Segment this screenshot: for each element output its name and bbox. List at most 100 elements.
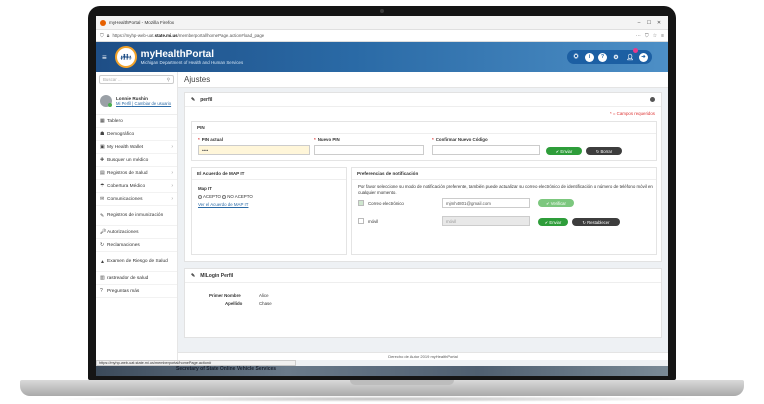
shield-icon: ⛉	[100, 32, 104, 39]
info-icon[interactable]: i	[585, 52, 594, 62]
sidebar-item-label: Preguntas más	[107, 288, 140, 294]
view-agreement-link[interactable]: Ver el Acuerdo de MAP IT	[198, 202, 248, 207]
notification-send-button[interactable]: ✔ Enviar	[538, 218, 568, 226]
laptop-screen: myHealthPortal - Mozilla Firefox – ☐ ✕ ⛉…	[96, 16, 668, 376]
settings-icon[interactable]: ⚙	[611, 53, 621, 62]
pocket-icon[interactable]: ⛉	[645, 33, 649, 39]
sidebar-item[interactable]: ▣ My Health Wallet ›	[96, 141, 177, 154]
collapse-icon[interactable]	[650, 97, 655, 102]
url-bar[interactable]: ⛉ 🔒︎ https://myhp-web-uat.state.mi.us/me…	[96, 30, 668, 42]
sidebar-item[interactable]: ✉ Comunicaciones ›	[96, 193, 177, 206]
profile-section-title: perfil	[200, 96, 213, 103]
url-domain: state.mi.us	[154, 33, 178, 38]
laptop-frame: myHealthPortal - Mozilla Firefox – ☐ ✕ ⛉…	[0, 0, 764, 404]
sidebar-item[interactable]: ☗ Demográfico	[96, 128, 177, 141]
search-input[interactable]: Buscar ... ⚲	[99, 75, 174, 84]
menu-icon[interactable]: ≡	[661, 33, 664, 39]
sidebar-item[interactable]: 🔑︎ Autorizaciones	[96, 226, 177, 239]
nav-icon: ▤	[100, 170, 105, 176]
sidebar-item-label: Comunicaciones	[107, 196, 143, 202]
sidebar-item-label: My Health Wallet	[107, 144, 144, 150]
brand: myHealthPortal Michigan Department of He…	[141, 49, 244, 65]
sidebar-item[interactable]: ☂ Cobertura Médico ›	[96, 180, 177, 193]
my-profile-link[interactable]: Mi Perfil	[116, 101, 131, 106]
sidebar-item[interactable]: ▥ rastreador de salud	[96, 272, 177, 285]
sidebar-item[interactable]: ↻ Reclamaciones	[96, 239, 177, 252]
sidebar-item[interactable]: ✎ Registros de inmunización	[96, 206, 177, 226]
sidebar-item-label: Registros de Salud	[107, 170, 148, 176]
reset-button[interactable]: ↻ Restablecer	[572, 218, 620, 226]
pin-clear-button[interactable]: ↻ Borrar	[586, 147, 622, 155]
email-checkbox[interactable]	[358, 200, 364, 206]
chevron-right-icon: ›	[171, 170, 173, 176]
milogin-panel: ✎ MILogin Perfil Primer Nombre Alice Ape…	[184, 268, 662, 338]
nav-icon: ☗	[100, 131, 105, 137]
search-placeholder: Buscar ...	[103, 77, 122, 82]
sidebar-item-label: Tablero	[107, 118, 123, 124]
sidebar-item[interactable]: ▦ Tablero	[96, 115, 177, 128]
hamburger-icon[interactable]: ≡	[102, 53, 107, 62]
mobile-input[interactable]: móvil	[442, 216, 530, 226]
sidebar-item-label: Demográfico	[107, 131, 135, 137]
close-icon[interactable]: ✕	[654, 20, 664, 26]
verify-button[interactable]: ✔ Verificar	[538, 199, 574, 207]
sidebar-item[interactable]: ✚ Busquer un médico	[96, 154, 177, 167]
wrench-icon: ✎	[191, 96, 196, 103]
last-name-label: Apellido	[225, 301, 243, 306]
page-title: Ajustes	[178, 72, 668, 88]
sidebar-item[interactable]: ▲ Examen de Riesgo de Salud	[96, 252, 177, 272]
footer: Derecho de Autor 2019 myHealthPortal	[178, 352, 668, 360]
notification-title: Preferencias de notificación	[352, 168, 656, 180]
pin-title: PIN	[192, 122, 656, 134]
sidebar-item-label: Examen de Riesgo de Salud	[107, 259, 168, 264]
map-it-label: Map IT	[198, 186, 212, 191]
sidebar-item-label: Busquer un médico	[107, 157, 149, 163]
notification-badge	[633, 48, 638, 53]
laptop-shadow	[40, 396, 724, 402]
sidebar-item[interactable]: ▤ Registros de Salud ›	[96, 167, 177, 180]
brand-subtitle: Michigan Department of Health and Human …	[140, 60, 244, 65]
bottom-text: Secretary of State Online Vehicle Servic…	[176, 366, 277, 372]
current-pin-input[interactable]: ••••	[198, 145, 310, 155]
bookmark-star-icon[interactable]: ☆	[653, 33, 657, 39]
lock-icon: 🔒︎	[106, 32, 110, 39]
nav-icon: ✚	[100, 157, 105, 163]
accept-radio[interactable]	[198, 194, 202, 199]
verify-label: Verificar	[550, 200, 566, 206]
laptop-notch	[350, 380, 454, 385]
maximize-icon[interactable]: ☐	[644, 20, 654, 26]
pin-send-button[interactable]: ✔ Enviar	[546, 147, 582, 155]
mobile-checkbox[interactable]	[358, 218, 364, 224]
minimize-icon[interactable]: –	[634, 20, 644, 26]
required-note: * = Campos requeridos	[609, 111, 655, 116]
brand-title: myHealthPortal	[140, 49, 215, 60]
switch-user-link[interactable]: Cambiar de usuario	[135, 101, 172, 106]
user-group-icon[interactable]: ⛭	[571, 53, 581, 62]
notifications-icon[interactable]: 👤︎	[625, 53, 635, 62]
notification-panel: Preferencias de notificación Por favor s…	[351, 167, 657, 255]
url-text[interactable]: https://myhp-web-uat.state.mi.us/memberp…	[112, 33, 631, 38]
nav-icon: 🔑︎	[100, 229, 107, 235]
last-name-value: Chase	[259, 301, 272, 306]
not-accept-radio[interactable]	[222, 194, 227, 199]
sidebar-item[interactable]: ? Preguntas más	[96, 285, 177, 298]
first-name-value: Alice	[259, 293, 269, 298]
pin-panel: PIN * PIN actual •••• * Nuevo PIN * Confirm…	[191, 121, 657, 161]
email-input[interactable]: mjmh4801@gmail.com	[442, 198, 530, 208]
new-pin-input[interactable]	[314, 145, 424, 155]
nav-icon: ↻	[100, 242, 105, 248]
chevron-right-icon: ›	[171, 196, 173, 202]
sidebar-nav: ▦ Tablero ☗ Demográfico ▣ My Health Wallet › ✚ B…	[96, 115, 177, 298]
milogin-panel-header: ✎ MILogin Perfil	[185, 269, 661, 283]
confirm-pin-input[interactable]	[432, 145, 540, 155]
profile-panel: ✎ perfil * = Campos requeridos PIN * PIN …	[184, 92, 662, 262]
page-actions-icon[interactable]: ···	[636, 33, 641, 39]
pin-send-label: Enviar	[560, 148, 573, 154]
nav-icon: ✎	[100, 212, 105, 219]
help-icon[interactable]: ?	[598, 52, 607, 62]
confirm-pin-label-text: Confirmar Nuevo Código	[435, 137, 488, 142]
search-icon[interactable]: ⚲	[167, 77, 170, 83]
header-actions: ⛭ i ? ⚙ 👤︎ ➔	[567, 50, 652, 64]
nav-icon: ▦	[100, 118, 105, 124]
logout-icon[interactable]: ➔	[639, 52, 648, 62]
